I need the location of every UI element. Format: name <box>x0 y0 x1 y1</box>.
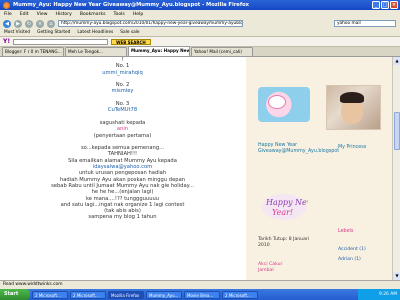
label-accident-link[interactable]: Accident (1) <box>338 247 366 252</box>
yahoo-logo: Y! <box>3 38 11 45</box>
blog-sidebar: Happy New Year Giveaway@Mummy_Ayu.blogsp… <box>246 57 392 280</box>
navigation-toolbar: ◀ ▶ ↻ × ⌂ http://mummy-ayu.blogspot.com/… <box>0 18 400 29</box>
giveaway-title-link[interactable]: Happy New Year Giveaway@Mummy_Ayu.blogsp… <box>258 143 339 155</box>
menu-help[interactable]: Help <box>133 12 143 17</box>
menu-tools[interactable]: Tools <box>114 12 125 17</box>
yahoo-toolbar: Y! WEB SEARCH <box>0 37 400 47</box>
forward-button[interactable]: ▶ <box>14 19 22 28</box>
scroll-up-arrow-icon[interactable]: ▲ <box>393 57 400 65</box>
child-hair-graphic <box>340 92 364 103</box>
labels-heading: Lebels <box>338 229 354 234</box>
svg-text:Year!: Year! <box>272 208 293 217</box>
happy-new-year-graphic: Happy New Year! <box>262 194 308 220</box>
search-input[interactable]: yahoo mail <box>334 20 396 27</box>
reload-button[interactable]: ↻ <box>25 19 33 28</box>
taskbar-item[interactable]: 2 Microsoft... <box>70 290 106 299</box>
tab-yahoo-mail[interactable]: Yahoo! Mail (cemi_cali) <box>191 47 253 56</box>
tab-mummy-ayu[interactable]: Mummy_Ayu: Happy New Y... <box>128 46 190 56</box>
system-clock: 9:26 AM <box>358 289 400 300</box>
menu-file[interactable]: File <box>4 12 12 17</box>
url-bar[interactable]: http://mummy-ayu.blogspot.com/2010/01/ha… <box>58 20 243 27</box>
start-button[interactable]: Start <box>0 289 30 300</box>
tab-strip: Blogger: F r 0 m TENANG... Meh Le Tengok… <box>0 46 400 57</box>
akci-cakur-link[interactable]: Akci Cakur Jambal <box>258 262 298 274</box>
tab-meh-le-tengok[interactable]: Meh Le Tengok... <box>65 47 127 56</box>
taskbar-item-firefox[interactable]: Mozilla Firefox <box>108 290 144 299</box>
speech-bubble-graphic <box>268 95 286 109</box>
menu-bookmarks[interactable]: Bookmarks <box>80 12 106 17</box>
bookmark-getting-started[interactable]: Getting Started <box>37 30 70 35</box>
close-button[interactable]: × <box>390 1 398 9</box>
menu-edit[interactable]: Edit <box>20 12 29 17</box>
blog-post-body: ! No. 1 ummi_mirahqiq No. 2 mismiey No. 3 Cu… <box>0 57 245 280</box>
my-princess-heading: My Princess <box>338 145 367 150</box>
post-line: sampena my blog 1 tahun <box>88 214 157 221</box>
maximize-button[interactable]: □ <box>381 1 389 9</box>
window-titlebar: Mummy_Ayu: Happy New Year Giveaway@Mummy… <box>0 0 400 10</box>
minimize-button[interactable]: _ <box>372 1 380 9</box>
stop-button[interactable]: × <box>36 19 44 28</box>
menu-history[interactable]: History <box>56 12 72 17</box>
menu-bar: File Edit View History Bookmarks Tools H… <box>0 10 400 18</box>
firefox-icon <box>3 1 10 9</box>
giveaway-banner-image[interactable] <box>258 87 310 122</box>
status-bar: Read www.widdtwinks.com <box>0 280 400 289</box>
web-search-button[interactable]: WEB SEARCH <box>111 38 151 45</box>
back-button[interactable]: ◀ <box>3 19 11 28</box>
bookmark-latest-headlines[interactable]: Latest Headlines <box>77 30 113 35</box>
windows-taskbar: Start 2 Microsoft... 2 Microsoft... Mozi… <box>0 289 400 300</box>
bookmarks-toolbar: Most Visited Getting Started Latest Head… <box>0 29 400 37</box>
scroll-down-arrow-icon[interactable]: ▼ <box>393 272 400 280</box>
window-title: Mummy_Ayu: Happy New Year Giveaway@Mummy… <box>13 2 249 8</box>
bookmark-most-visited[interactable]: Most Visited <box>4 30 30 35</box>
bookmark-sale[interactable]: Sale sale <box>120 30 139 35</box>
taskbar-item[interactable]: Mummy_Ayu... <box>146 290 182 299</box>
menu-view[interactable]: View <box>37 12 48 17</box>
princess-photo[interactable] <box>326 85 381 130</box>
window-controls: _ □ × <box>372 1 398 9</box>
label-adrian-link[interactable]: Adrian (1) <box>338 257 361 262</box>
taskbar-item[interactable]: Movie Brea... <box>184 290 220 299</box>
taskbar-item[interactable]: 2 Microsoft... <box>32 290 68 299</box>
scrollbar-thumb[interactable] <box>394 112 400 150</box>
svg-text:Happy New: Happy New <box>265 198 308 207</box>
home-button[interactable]: ⌂ <box>47 19 55 28</box>
vertical-scrollbar[interactable]: ▲ ▼ <box>392 57 400 280</box>
page-content: ! No. 1 ummi_mirahqiq No. 2 mismiey No. 3 Cu… <box>0 57 400 280</box>
taskbar-item[interactable]: 2 Microsoft... <box>222 290 258 299</box>
tab-blogger[interactable]: Blogger: F r 0 m TENANG... <box>2 47 64 56</box>
yahoo-search-input[interactable] <box>13 38 109 45</box>
closing-date-text: Tarikh Tutup: 8 Januari 2010 <box>258 237 310 248</box>
